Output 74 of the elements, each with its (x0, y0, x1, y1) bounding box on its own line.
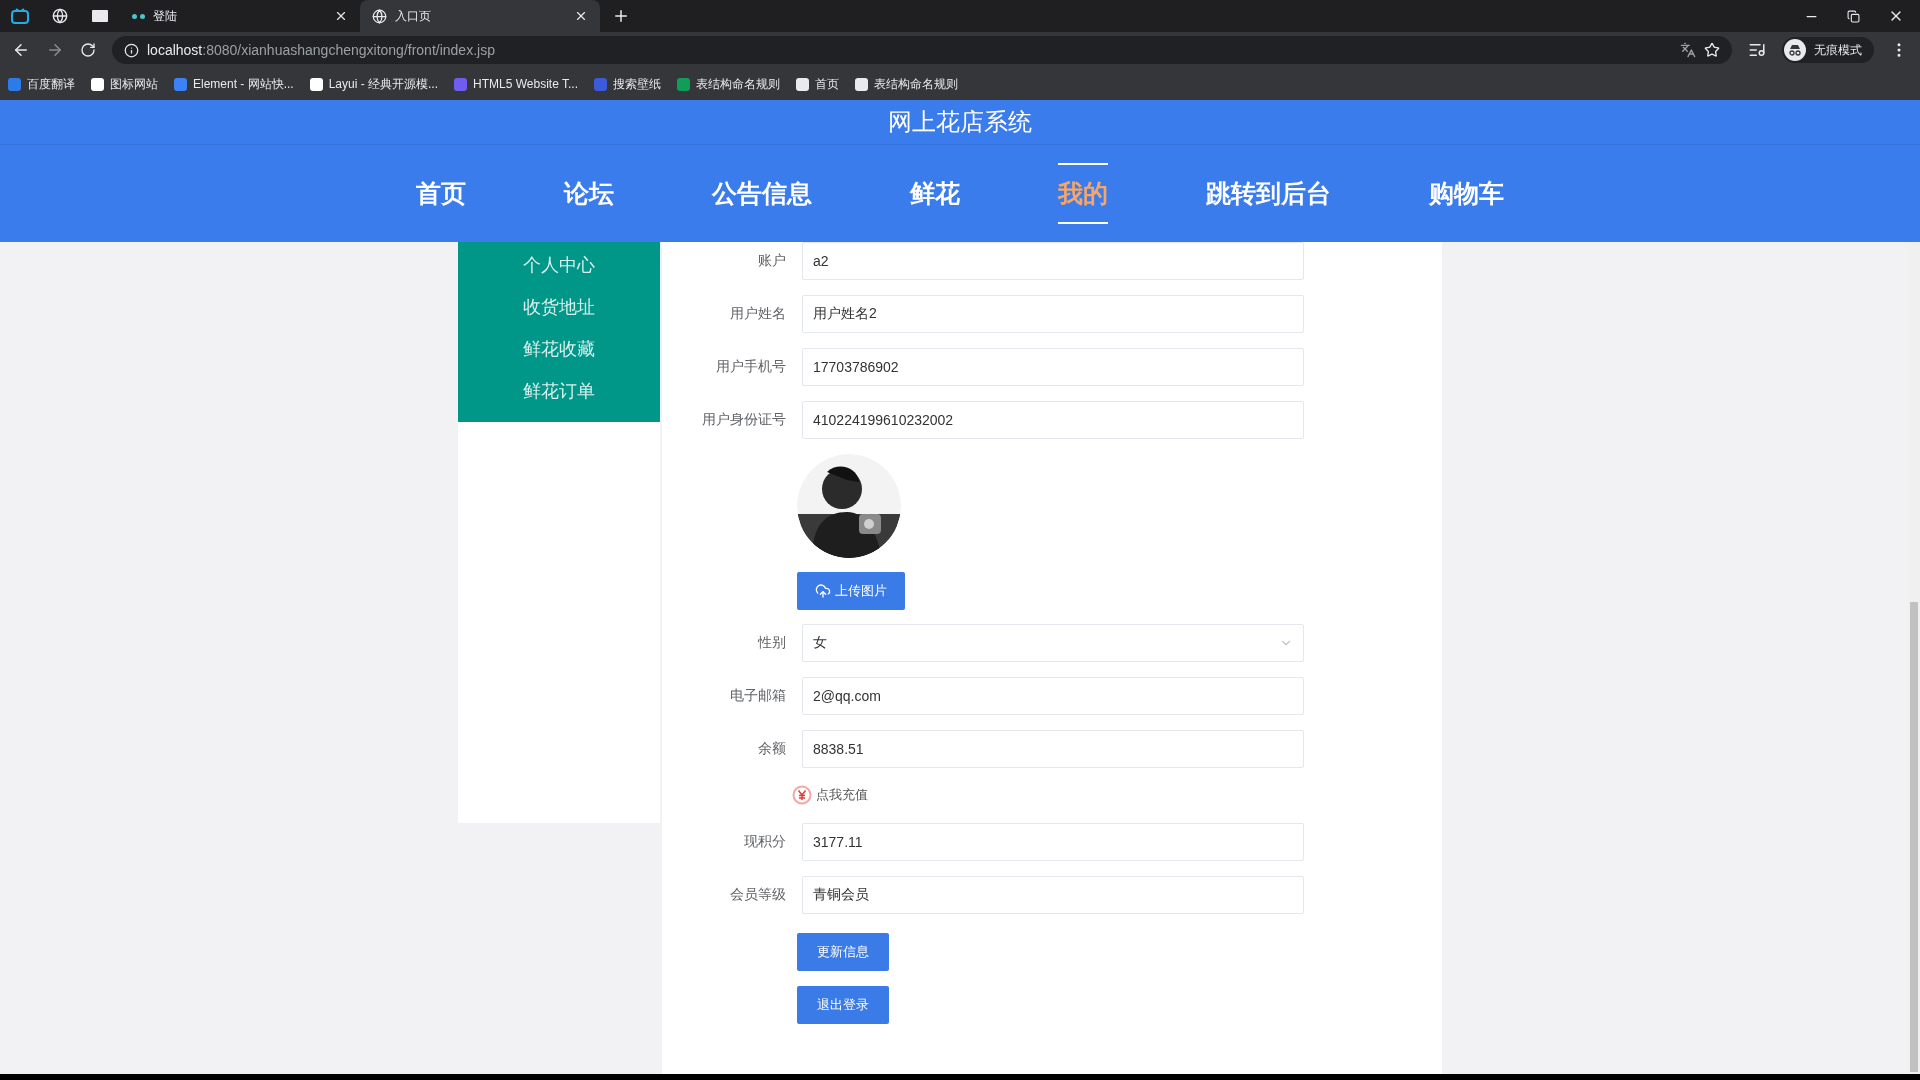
recharge-link[interactable]: 点我充值 (816, 785, 868, 805)
input-field[interactable]: 2@qq.com (802, 676, 1304, 715)
translate-icon[interactable] (1680, 42, 1696, 58)
field-label: 电子邮箱 (729, 686, 787, 705)
globe-icon (52, 8, 68, 24)
info-icon[interactable] (124, 42, 139, 58)
bookmark-star-icon[interactable] (1704, 42, 1720, 58)
tv-icon (11, 8, 29, 24)
yuan-icon (792, 785, 812, 805)
bookmark-icon (91, 77, 104, 91)
input-field[interactable]: 410224199610232002 (802, 400, 1304, 439)
upload-button[interactable]: 上传图片 (797, 572, 905, 610)
bookmark-item[interactable]: HTML5 Website T... (454, 75, 578, 93)
field-label: 会员等级 (729, 885, 787, 904)
browser-tab[interactable]: 入口页 (360, 0, 600, 32)
nav-tab[interactable]: 鲜花 (866, 164, 1004, 223)
form-button[interactable]: 退出登录 (797, 986, 889, 1024)
bookmark-item[interactable]: 表结构命名规则 (855, 75, 958, 93)
browser-tab[interactable]: 登陆 (120, 0, 360, 32)
address-bar[interactable]: localhost:8080/xianhuashangchengxitong/front/index.jsp (112, 36, 1732, 64)
form-button[interactable]: 更新信息 (797, 933, 889, 971)
bookmark-item[interactable]: Element - 网站快... (174, 75, 294, 93)
input-field[interactable]: 17703786902 (802, 347, 1304, 386)
incognito-icon (1784, 39, 1806, 61)
bookmark-icon (796, 77, 809, 91)
reload-icon[interactable] (80, 42, 96, 58)
field-label: 用户姓名 (729, 304, 787, 323)
bookmark-item[interactable]: Layui - 经典开源模... (309, 75, 439, 93)
field-label: 用户身份证号 (701, 410, 787, 429)
back-icon[interactable] (12, 41, 30, 59)
nav-tab[interactable]: 跳转到后台 (1162, 164, 1375, 223)
tab-title: 登陆 (153, 8, 178, 25)
restore-icon[interactable] (1847, 9, 1860, 23)
cloud-upload-icon (815, 583, 831, 599)
dots-icon (132, 13, 145, 19)
bookmark-item[interactable]: 表结构命名规则 (677, 75, 780, 93)
field-label: 账户 (757, 251, 787, 270)
input-field[interactable]: 8838.51 (802, 729, 1304, 768)
nav-tab[interactable]: 首页 (372, 164, 510, 223)
input-field[interactable]: 青铜会员 (802, 875, 1304, 914)
profile-chip[interactable]: 无痕模式 (1782, 37, 1874, 63)
bookmark-icon (855, 77, 868, 91)
field-label: 余额 (757, 739, 787, 758)
bookmark-item[interactable]: 首页 (796, 75, 839, 93)
globe-icon (372, 8, 387, 24)
field-label: 性别 (756, 633, 787, 652)
bookmark-item[interactable]: 图标网站 (91, 75, 158, 93)
bookmark-icon (454, 77, 468, 91)
bookmark-icon (8, 77, 21, 91)
close-icon[interactable] (574, 9, 588, 23)
page-icon (92, 10, 108, 22)
field-label: 现积分 (743, 832, 787, 851)
bookmark-icon (677, 77, 690, 91)
media-icon[interactable] (1748, 41, 1766, 59)
close-icon[interactable] (334, 9, 348, 23)
nav-tab[interactable]: 公告信息 (668, 164, 856, 223)
bookmark-item[interactable]: 百度翻译 (8, 75, 75, 93)
scrollbar[interactable] (1908, 242, 1920, 1074)
bookmark-item[interactable]: 搜索壁纸 (594, 75, 661, 93)
nav-tab[interactable]: 购物车 (1385, 164, 1548, 223)
url-text: localhost:8080/xianhuashangchengxitong/front/index.jsp (147, 40, 496, 60)
tab-title: 入口页 (395, 8, 432, 25)
input-field[interactable]: a2 (802, 241, 1304, 280)
bookmark-icon (309, 77, 323, 91)
site-title: 网上花店系统 (888, 107, 1032, 137)
field-label: 用户手机号 (715, 357, 787, 376)
input-field[interactable]: 用户姓名2 (802, 294, 1304, 333)
new-tab-icon[interactable] (612, 7, 630, 25)
forward-icon[interactable] (46, 41, 64, 59)
input-field[interactable]: 3177.11 (802, 822, 1304, 861)
nav-tab[interactable]: 论坛 (520, 164, 658, 223)
bookmark-icon (594, 77, 607, 91)
gender-select[interactable]: 女 (802, 623, 1304, 662)
bookmark-icon (174, 77, 187, 91)
